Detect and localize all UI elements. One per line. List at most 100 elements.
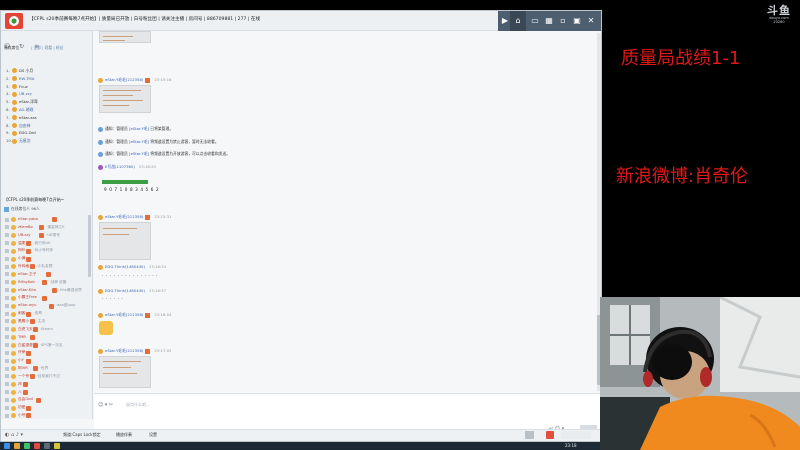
user-status-icon[interactable]: ◐ ⌂ ♪ ▾ (5, 432, 23, 438)
user-name[interactable]: 许荣 (18, 350, 25, 355)
user-item[interactable]: 刺客 ·皮哥 (4, 310, 90, 318)
member-name[interactable]: DS 小月 (19, 68, 33, 74)
user-item[interactable]: 阿咔 ·玩小号时快 (4, 247, 90, 255)
user-item[interactable]: 小号 (4, 412, 90, 419)
member-item[interactable]: 9. EDG.Zed (4, 129, 90, 137)
member-item[interactable]: 2. RW-TMA (4, 75, 90, 83)
member-name[interactable]: Fcuz (19, 84, 28, 89)
user-select-icon[interactable] (5, 248, 9, 253)
user-select-icon[interactable] (5, 217, 9, 222)
status-settings[interactable]: 设置 (149, 432, 157, 438)
user-select-icon[interactable] (5, 303, 9, 308)
user-item[interactable]: eStar-yaba (4, 216, 90, 224)
user-select-icon[interactable] (5, 374, 9, 379)
user-name[interactable]: 小号 (18, 413, 25, 418)
user-item[interactable]: eStar-wyu ·aaa皮Ipop (4, 302, 90, 310)
member-scrollbar[interactable] (88, 215, 91, 277)
member-name[interactable]: 自由神 (19, 123, 30, 129)
member-item[interactable]: 1. DS 小月 (4, 67, 90, 75)
chat-image[interactable] (99, 85, 151, 113)
member-item[interactable]: 5. eStar-洋哥 (4, 98, 90, 106)
user-select-icon[interactable] (5, 319, 9, 324)
user-item[interactable]: UB.zzy ·UB零号 (4, 232, 90, 240)
avatar[interactable] (98, 288, 103, 294)
member-name[interactable]: UB.zzy (19, 91, 32, 96)
user-item[interactable]: TMR (4, 334, 90, 342)
user-name[interactable]: 刺客 (18, 311, 25, 316)
user-select-icon[interactable] (5, 397, 9, 402)
avatar[interactable] (98, 214, 103, 220)
home-icon[interactable]: ⌂ (513, 16, 523, 26)
taskbar-app-icon[interactable] (54, 443, 60, 449)
avatar[interactable] (98, 348, 103, 354)
taskbar-app-icon[interactable] (14, 443, 20, 449)
tray-icon[interactable] (525, 431, 534, 439)
avatar[interactable] (98, 264, 103, 270)
taskbar-app-icon[interactable] (24, 443, 30, 449)
avatar[interactable] (98, 164, 103, 170)
user-item[interactable]: 小满 (4, 255, 90, 263)
user-item[interactable]: 小霸王Free (4, 294, 90, 302)
message-author[interactable]: EDG.Thinh(1480440) (105, 264, 145, 269)
user-name[interactable]: 白虎飞天 (18, 327, 33, 332)
status-capslock[interactable]: 频道:Caps Lock锁定 (63, 432, 101, 438)
user-select-icon[interactable] (5, 311, 9, 316)
user-select-icon[interactable] (5, 327, 9, 332)
avatar[interactable] (98, 312, 103, 318)
user-name[interactable]: TMR (18, 335, 26, 339)
minimize-icon[interactable]: ▫ (558, 16, 568, 26)
user-select-icon[interactable] (5, 390, 9, 395)
user-name[interactable]: UB.zzy (18, 233, 30, 237)
user-name[interactable]: zKemBo (18, 225, 33, 229)
member-name[interactable]: 无痕剑 (19, 138, 30, 144)
member-item[interactable]: 8. 自由神 (4, 122, 90, 130)
user-item[interactable]: RHbyKob ·战神 皮蛋 (4, 279, 90, 287)
tray-app-icon[interactable] (546, 431, 554, 439)
user-select-icon[interactable] (5, 288, 9, 293)
chat-image[interactable] (99, 356, 151, 388)
user-item[interactable]: 白鲨漫漫 ·SPS第一次见 (4, 342, 90, 350)
user-item[interactable]: 温柔 ·我只练AK (4, 240, 90, 248)
user-name[interactable]: 八 (18, 390, 22, 395)
user-name[interactable]: eStar-yaba (18, 217, 38, 221)
message-author[interactable]: eStar.Y毛毛(212358) (105, 348, 143, 353)
user-name[interactable]: 小满 (18, 256, 25, 261)
grid-icon[interactable]: ▦ (544, 16, 554, 26)
user-name[interactable]: 邦 (18, 382, 22, 387)
user-name[interactable]: 叶鸡格 (18, 264, 29, 269)
user-name[interactable]: RHbyKob (18, 280, 35, 284)
input-toolbar[interactable]: ☺ ▾ ✂ (98, 402, 113, 408)
user-name[interactable]: 一个号 (18, 374, 29, 379)
user-select-icon[interactable] (5, 335, 9, 340)
message-author[interactable]: E号战(1107360) (105, 164, 135, 169)
user-name[interactable]: 小Y (18, 358, 24, 363)
user-name[interactable]: eStar-卫子 (18, 272, 36, 277)
user-name[interactable]: 阿VIR (18, 366, 28, 371)
user-item[interactable]: eStar-卫子 (4, 271, 90, 279)
user-name[interactable]: eStar-wyu (18, 303, 36, 307)
user-name[interactable]: 黑鹰小 (18, 319, 29, 324)
user-select-icon[interactable] (5, 280, 9, 285)
message-author[interactable]: eStar.Y毛毛(212358) (105, 77, 143, 82)
status-accompaniment[interactable]: 播放伴奏 (116, 432, 132, 438)
user-select-icon[interactable] (5, 233, 9, 238)
user-name[interactable]: 小霸王Free (18, 295, 37, 300)
user-select-icon[interactable] (5, 413, 9, 418)
user-select-icon[interactable] (5, 225, 9, 230)
taskbar-app-icon[interactable] (44, 443, 50, 449)
member-item[interactable]: 4. UB.zzy (4, 90, 90, 98)
restore-icon[interactable]: ▣ (572, 16, 582, 26)
member-tabs[interactable]: | 全部 | 观看 | 粉丝 (31, 45, 64, 50)
user-select-icon[interactable] (5, 295, 9, 300)
user-select-icon[interactable] (5, 343, 9, 347)
message-input[interactable]: 说点什么吧... (126, 402, 150, 408)
message-author[interactable]: EDG.Thinh(1480440) (105, 288, 145, 293)
member-item[interactable]: 7. eStar-zza (4, 114, 90, 122)
user-select-icon[interactable] (5, 366, 9, 371)
member-name[interactable]: AG-晓政 (19, 107, 33, 113)
chat-image[interactable] (99, 31, 151, 43)
member-name[interactable]: RW-TMA (19, 76, 34, 81)
user-item[interactable]: 叶鸡格 ·小队友帮 (4, 263, 90, 271)
message-author[interactable]: eStar.Y毛毛(212358) (105, 214, 143, 219)
user-item[interactable]: 许荣 (4, 349, 90, 357)
